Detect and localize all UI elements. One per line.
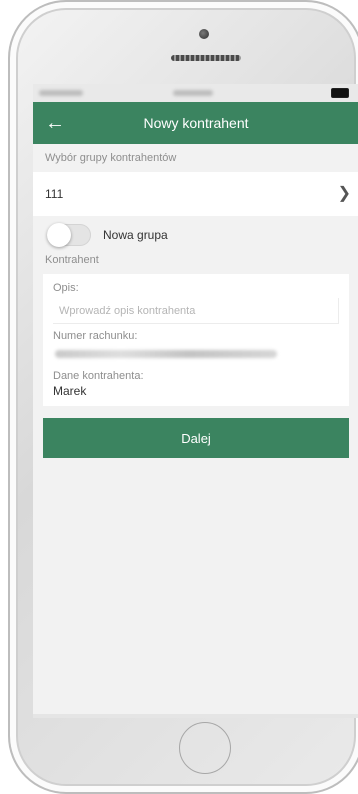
status-carrier-blurred bbox=[39, 90, 83, 96]
dane-kontrahenta-value: Marek bbox=[53, 384, 87, 398]
new-group-toggle[interactable] bbox=[47, 223, 91, 247]
earpiece-speaker bbox=[171, 55, 241, 61]
home-button[interactable] bbox=[179, 722, 231, 774]
back-arrow-icon[interactable]: ← bbox=[45, 111, 65, 135]
page-title: Nowy kontrahent bbox=[143, 115, 249, 131]
group-selector[interactable]: 111 ❯ bbox=[33, 172, 358, 216]
status-bar bbox=[33, 84, 358, 102]
dane-kontrahenta-label: Dane kontrahenta: bbox=[53, 370, 144, 382]
chevron-right-icon: ❯ bbox=[337, 185, 351, 202]
account-number-label: Numer rachunku: bbox=[53, 330, 138, 342]
status-time-blurred bbox=[173, 90, 213, 96]
opis-label: Opis: bbox=[53, 282, 79, 294]
new-group-label: Nowa grupa bbox=[103, 228, 168, 242]
top-app-bar: ← Nowy kontrahent bbox=[33, 102, 358, 144]
front-camera bbox=[199, 29, 209, 39]
app-screen: ← Nowy kontrahent Wybór grupy kontrahent… bbox=[33, 84, 358, 714]
battery-icon bbox=[331, 88, 349, 98]
group-value: 111 bbox=[45, 187, 64, 201]
group-section-label: Wybór grupy kontrahentów bbox=[45, 152, 177, 164]
opis-input[interactable] bbox=[53, 298, 339, 324]
next-button[interactable]: Dalej bbox=[43, 418, 349, 458]
contractor-section-label: Kontrahent bbox=[45, 254, 99, 266]
screen-bottom-edge bbox=[33, 714, 358, 718]
contractor-card: Opis: Numer rachunku: Dane kontrahenta: … bbox=[43, 274, 349, 406]
account-number-value-blurred bbox=[55, 350, 277, 358]
new-group-toggle-row: Nowa grupa bbox=[33, 216, 358, 254]
toggle-knob bbox=[47, 223, 71, 247]
